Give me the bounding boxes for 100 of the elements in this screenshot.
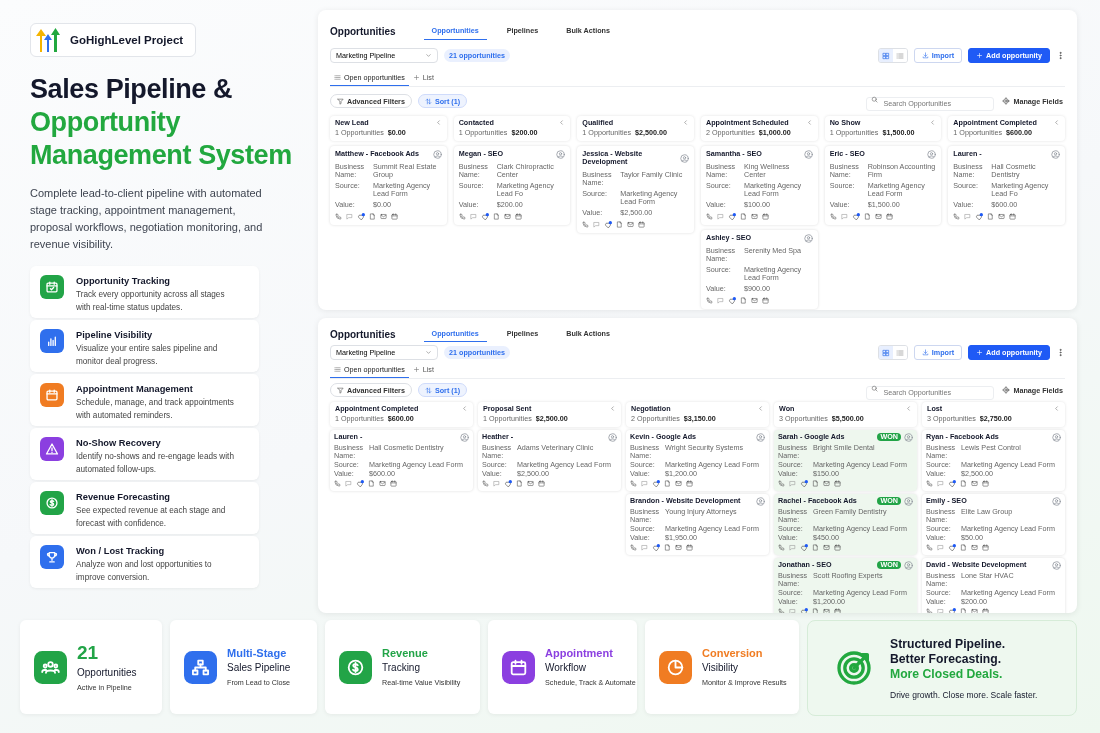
comment-icon[interactable] (851, 212, 860, 221)
collapse-icon[interactable] (609, 405, 616, 413)
comment-icon[interactable] (948, 543, 956, 552)
phone-icon[interactable] (630, 480, 637, 487)
chat-icon[interactable] (964, 213, 972, 220)
mail-icon[interactable] (751, 297, 758, 304)
calendar-icon[interactable] (638, 221, 646, 228)
phone-icon[interactable] (926, 480, 933, 487)
more-icon[interactable] (1056, 348, 1065, 357)
calendar-icon[interactable] (982, 608, 989, 613)
chat-icon[interactable] (937, 480, 944, 487)
comment-icon[interactable] (800, 607, 808, 613)
more-icon[interactable] (1056, 51, 1065, 60)
collapse-icon[interactable] (682, 119, 689, 127)
calendar-icon[interactable] (834, 608, 841, 613)
mail-icon[interactable] (675, 480, 682, 487)
calendar-icon[interactable] (762, 297, 769, 304)
document-icon[interactable] (812, 480, 819, 487)
mail-icon[interactable] (874, 213, 882, 220)
comment-icon[interactable] (480, 212, 489, 221)
mail-icon[interactable] (379, 480, 386, 487)
mail-icon[interactable] (971, 544, 978, 551)
chat-icon[interactable] (346, 213, 353, 220)
mail-icon[interactable] (380, 213, 387, 220)
document-icon[interactable] (369, 213, 376, 220)
comment-icon[interactable] (728, 212, 736, 221)
chat-icon[interactable] (840, 213, 848, 220)
phone-icon[interactable] (630, 544, 637, 551)
chat-icon[interactable] (641, 544, 648, 551)
comment-icon[interactable] (948, 479, 956, 488)
comment-icon[interactable] (975, 212, 984, 221)
collapse-icon[interactable] (1053, 119, 1060, 127)
chat-icon[interactable] (937, 608, 944, 613)
chat-icon[interactable] (641, 480, 648, 487)
calendar-icon[interactable] (834, 544, 841, 551)
document-icon[interactable] (960, 480, 967, 487)
document-icon[interactable] (664, 544, 671, 551)
mail-icon[interactable] (998, 213, 1006, 220)
phone-icon[interactable] (582, 221, 590, 228)
mail-icon[interactable] (751, 213, 758, 220)
phone-icon[interactable] (829, 213, 837, 220)
comment-icon[interactable] (728, 296, 736, 305)
mail-icon[interactable] (527, 480, 534, 487)
document-icon[interactable] (492, 213, 500, 220)
collapse-icon[interactable] (558, 119, 566, 127)
comment-icon[interactable] (504, 479, 512, 488)
mail-icon[interactable] (823, 608, 830, 613)
document-icon[interactable] (616, 221, 624, 228)
calendar-icon[interactable] (538, 480, 545, 487)
comment-icon[interactable] (948, 607, 956, 613)
phone-icon[interactable] (778, 480, 785, 487)
calendar-icon[interactable] (1009, 213, 1017, 220)
chat-icon[interactable] (789, 544, 796, 551)
mail-icon[interactable] (503, 213, 511, 220)
collapse-icon[interactable] (461, 405, 468, 413)
phone-icon[interactable] (482, 480, 489, 487)
calendar-icon[interactable] (834, 480, 841, 487)
calendar-icon[interactable] (686, 544, 693, 551)
chat-icon[interactable] (789, 480, 796, 487)
calendar-icon[interactable] (762, 213, 769, 220)
phone-icon[interactable] (706, 297, 713, 304)
collapse-icon[interactable] (434, 119, 442, 127)
mail-icon[interactable] (627, 221, 635, 228)
chat-icon[interactable] (789, 608, 796, 613)
document-icon[interactable] (863, 213, 871, 220)
chat-icon[interactable] (717, 213, 724, 220)
comment-icon[interactable] (800, 479, 808, 488)
grid-view-button[interactable] (878, 346, 893, 359)
phone-icon[interactable] (926, 608, 933, 613)
comment-icon[interactable] (356, 479, 364, 488)
collapse-icon[interactable] (905, 405, 912, 413)
comment-icon[interactable] (652, 479, 660, 488)
mail-icon[interactable] (971, 608, 978, 613)
phone-icon[interactable] (926, 544, 933, 551)
document-icon[interactable] (960, 544, 967, 551)
document-icon[interactable] (740, 213, 747, 220)
calendar-icon[interactable] (885, 213, 893, 220)
mail-icon[interactable] (823, 544, 830, 551)
chat-icon[interactable] (469, 213, 477, 220)
document-icon[interactable] (516, 480, 523, 487)
comment-icon[interactable] (652, 543, 660, 552)
calendar-icon[interactable] (514, 213, 522, 220)
calendar-icon[interactable] (391, 213, 398, 220)
phone-icon[interactable] (778, 608, 785, 613)
document-icon[interactable] (812, 544, 819, 551)
comment-icon[interactable] (357, 212, 365, 221)
chat-icon[interactable] (593, 221, 601, 228)
calendar-icon[interactable] (982, 544, 989, 551)
phone-icon[interactable] (706, 213, 713, 220)
mail-icon[interactable] (971, 480, 978, 487)
document-icon[interactable] (812, 608, 819, 613)
collapse-icon[interactable] (1053, 405, 1060, 413)
comment-icon[interactable] (800, 543, 808, 552)
document-icon[interactable] (987, 213, 995, 220)
grid-view-button[interactable] (878, 49, 893, 62)
phone-icon[interactable] (334, 480, 341, 487)
chat-icon[interactable] (717, 297, 724, 304)
collapse-icon[interactable] (805, 119, 813, 127)
calendar-icon[interactable] (686, 480, 693, 487)
document-icon[interactable] (960, 608, 967, 613)
